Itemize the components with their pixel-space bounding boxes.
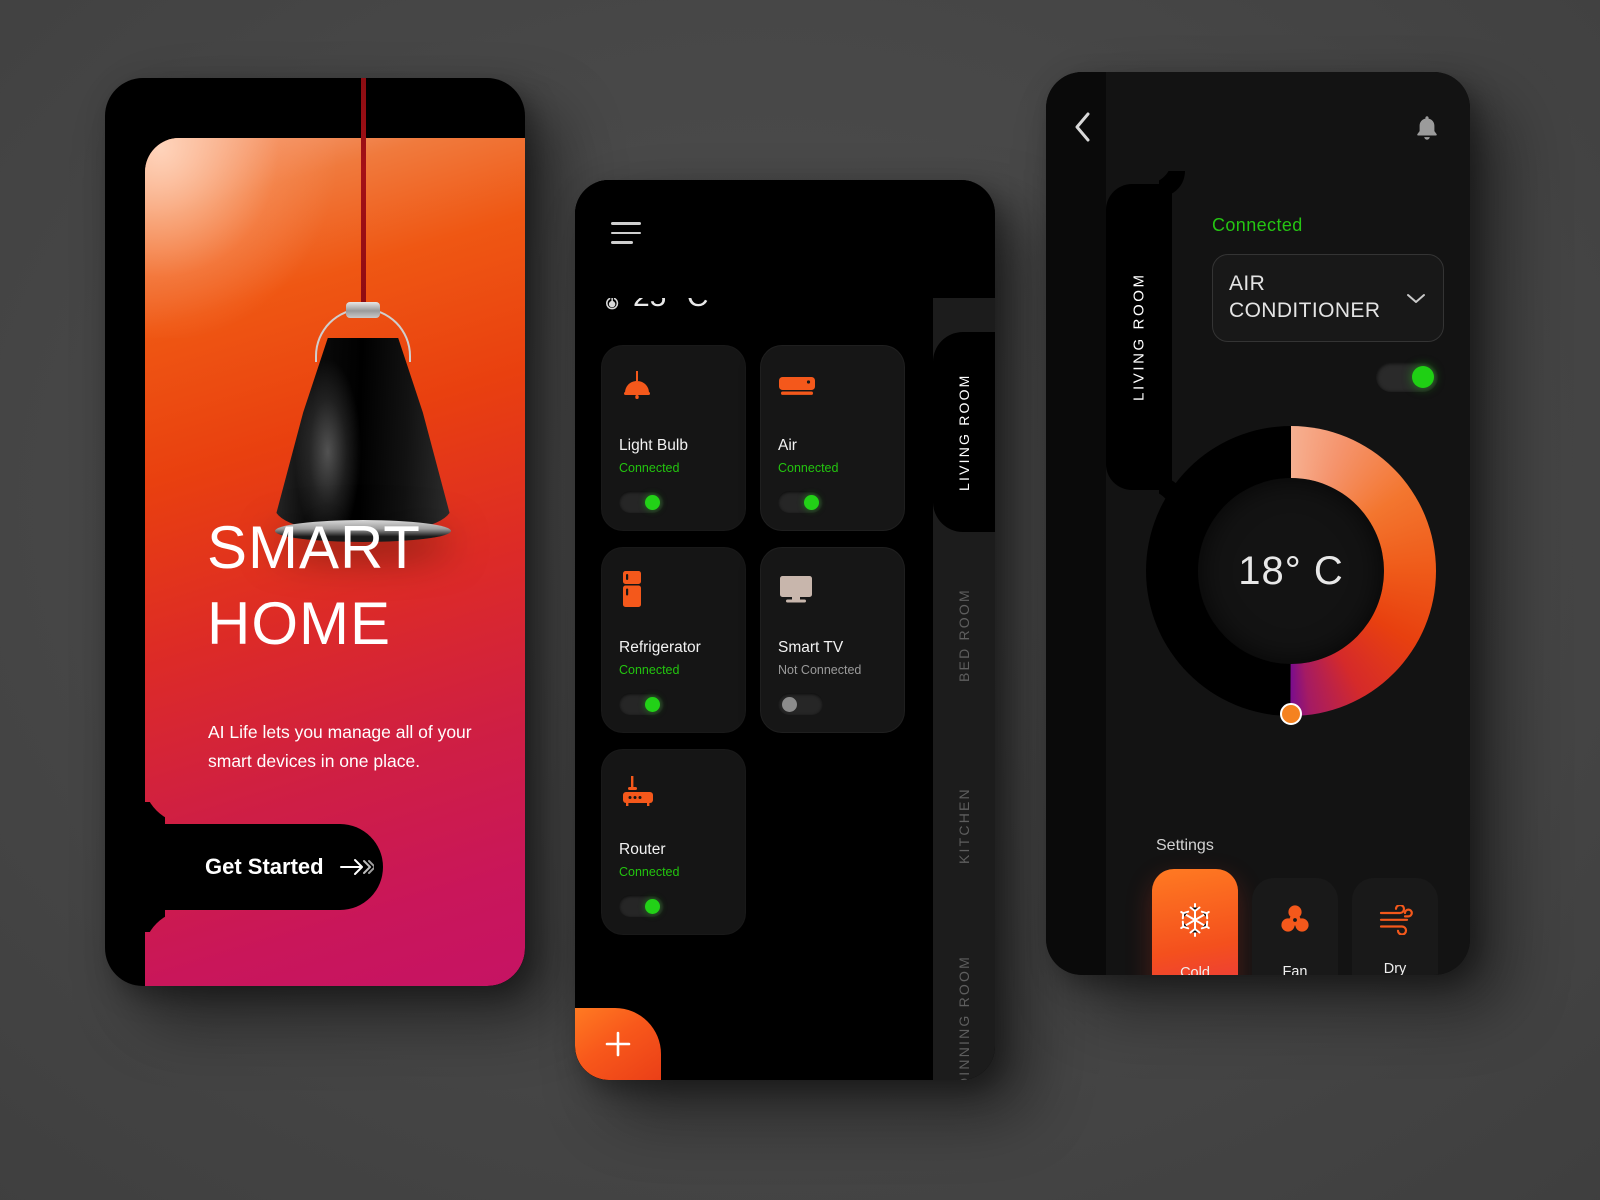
settings-label: Settings [1156, 837, 1214, 854]
device-card-refrigerator[interactable]: Refrigerator Connected [601, 547, 746, 733]
device-name: Light Bulb [619, 437, 688, 454]
get-started-label: Get Started [205, 854, 324, 879]
lamp-clamp [346, 302, 380, 318]
ac-power-toggle[interactable] [1376, 362, 1438, 392]
room-tab-bed-room[interactable]: BED ROOM [933, 540, 995, 730]
device-toggle[interactable] [619, 895, 664, 917]
chevron-down-icon [1405, 291, 1427, 305]
bell-icon[interactable] [1414, 114, 1440, 142]
television-icon [778, 567, 887, 611]
wind-lines-icon [1376, 905, 1414, 935]
device-name: Refrigerator [619, 639, 701, 656]
lamp-cord [360, 78, 366, 308]
pendant-lamp-image [263, 78, 463, 542]
mode-button-dry[interactable]: Dry [1352, 878, 1438, 975]
device-toggle[interactable] [619, 491, 664, 513]
page-title: SMART HOME [207, 510, 421, 661]
device-card-smart-tv[interactable]: Smart TV Not Connected [760, 547, 905, 733]
devices-phone: 25° C Light Bulb Connected [575, 180, 995, 1080]
device-status: Not Connected [778, 663, 862, 677]
device-card-light-bulb[interactable]: Light Bulb Connected [601, 345, 746, 531]
room-tab-kitchen[interactable]: KITCHEN [933, 736, 995, 916]
get-started-button[interactable]: Get Started [205, 824, 374, 910]
plus-icon [603, 1029, 633, 1059]
lamp-shade [275, 338, 451, 534]
refrigerator-icon [619, 567, 728, 611]
temperature-dial[interactable]: 18° C [1146, 426, 1436, 725]
device-name: Air [778, 437, 797, 454]
device-select[interactable]: AIR CONDITIONER [1212, 254, 1444, 342]
dial-center: 18° C [1198, 478, 1384, 664]
fan-blades-icon [1277, 902, 1313, 938]
mode-buttons: Cold Fan Dry [1152, 869, 1438, 975]
title-line-1: SMART [207, 514, 421, 581]
device-toggle[interactable] [778, 491, 823, 513]
air-conditioner-icon [778, 365, 887, 409]
onboarding-phone: SMART HOME AI Life lets you manage all o… [105, 78, 525, 986]
hamburger-menu-icon[interactable] [611, 222, 641, 251]
device-name: Smart TV [778, 639, 844, 656]
device-toggle[interactable] [778, 693, 823, 715]
device-card-air[interactable]: Air Connected [760, 345, 905, 531]
room-tab-living-room[interactable]: LIVING ROOM [933, 332, 995, 532]
device-card-router[interactable]: Router Connected [601, 749, 746, 935]
room-tabs: LIVING ROOM BED ROOM KITCHEN DINNING ROO… [933, 180, 995, 1080]
mode-label: Dry [1383, 961, 1407, 975]
onboarding-subtitle: AI Life lets you manage all of your smar… [208, 722, 472, 771]
room-tab-dinning-room[interactable]: DINNING ROOM [933, 922, 995, 1080]
pendant-lamp-icon [619, 365, 728, 409]
device-status: Connected [619, 663, 680, 677]
dial-knob-handle[interactable] [1280, 703, 1302, 725]
mode-label: Cold [1180, 965, 1210, 975]
mode-button-cold[interactable]: Cold [1152, 869, 1238, 975]
device-card-grid: Light Bulb Connected Air Connected Refri… [601, 345, 911, 935]
device-name: Router [619, 841, 666, 858]
device-status: Connected [619, 461, 680, 475]
device-status: Connected [619, 865, 680, 879]
ac-left-column [1046, 72, 1106, 975]
connection-status: Connected [1212, 215, 1303, 235]
dial-temperature-value: 18° C [1238, 548, 1344, 593]
snowflake-icon [1176, 901, 1214, 939]
device-status: Connected [778, 461, 839, 475]
chevron-left-icon[interactable] [1070, 110, 1096, 144]
ac-control-phone: LIVING ROOM Connected AIR CONDITIONER 18… [1046, 72, 1470, 975]
mode-label: Fan [1282, 964, 1308, 975]
title-line-2: HOME [207, 589, 391, 657]
devices-topbar [575, 180, 995, 298]
mode-button-fan[interactable]: Fan [1252, 878, 1338, 975]
device-select-label: AIR CONDITIONER [1229, 272, 1381, 322]
device-toggle[interactable] [619, 693, 664, 715]
router-icon [619, 769, 728, 813]
arrow-right-chevrons-icon [339, 858, 374, 876]
